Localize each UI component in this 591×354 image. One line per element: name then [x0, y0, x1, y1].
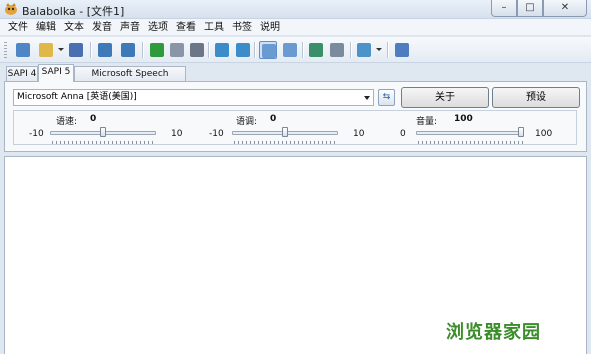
rate-slider-thumb[interactable] [100, 127, 106, 137]
toolbar-grip[interactable] [4, 42, 7, 58]
rate-label: 语速: [56, 117, 78, 127]
view-text-button[interactable] [259, 41, 277, 59]
pause-icon [170, 43, 184, 57]
split-audio-button[interactable] [234, 41, 252, 59]
voice-panel: Microsoft Anna [英语(美国)] ⇆ 关于 预设 语速: 0 -1… [4, 81, 587, 152]
toolbar-separator [90, 42, 91, 58]
view-text-icon [262, 44, 276, 58]
volume-slider-ticks [418, 141, 524, 144]
menu-help[interactable]: 说明 [256, 19, 284, 35]
toolbar-separator [302, 42, 303, 58]
menu-text[interactable]: 文本 [60, 19, 88, 35]
preset-button[interactable]: 预设 [492, 87, 580, 108]
menu-bookmarks[interactable]: 书签 [228, 19, 256, 35]
read-aloud-button[interactable] [96, 41, 114, 59]
play-icon [150, 43, 164, 57]
dictionary-button[interactable] [307, 41, 325, 59]
rate-min: -10 [29, 129, 44, 139]
rate-slider-ticks [52, 141, 156, 144]
watermark-text: 浏览器家园 [446, 322, 541, 343]
read-clipboard-button[interactable] [119, 41, 137, 59]
swap-voice-button[interactable]: ⇆ [378, 89, 395, 106]
minimize-button[interactable]: – [491, 0, 517, 17]
help-button[interactable] [393, 41, 411, 59]
volume-slider[interactable] [416, 131, 524, 135]
voice-menu-icon [357, 43, 371, 57]
pitch-value: 0 [270, 114, 277, 124]
chevron-down-icon [364, 96, 370, 100]
menu-file[interactable]: 文件 [4, 19, 32, 35]
save-icon [69, 43, 83, 57]
stop-icon [190, 43, 204, 57]
menu-bar: 文件 编辑 文本 发音 声音 选项 查看 工具 书签 说明 [0, 19, 591, 36]
help-icon [395, 43, 409, 57]
save-audio-icon [215, 43, 229, 57]
window-controls: – □ ✕ [491, 0, 587, 17]
menu-voice[interactable]: 声音 [116, 19, 144, 35]
toolbar [0, 37, 591, 63]
slider-group: 语速: 0 -10 10 语调: 0 -10 10 音量: 100 0 100 [13, 110, 577, 145]
tab-sapi4[interactable]: SAPI 4 [6, 66, 38, 81]
pitch-slider-thumb[interactable] [282, 127, 288, 137]
toolbar-separator [208, 42, 209, 58]
maximize-button[interactable]: □ [517, 0, 543, 17]
menu-view[interactable]: 查看 [172, 19, 200, 35]
menu-options[interactable]: 选项 [144, 19, 172, 35]
volume-slider-thumb[interactable] [518, 127, 524, 137]
save-audio-button[interactable] [213, 41, 231, 59]
voice-select[interactable]: Microsoft Anna [英语(美国)] [13, 89, 374, 106]
dictionary-icon [309, 43, 323, 57]
volume-min: 0 [400, 129, 406, 139]
pause-button[interactable] [168, 41, 186, 59]
volume-label: 音量: [416, 117, 438, 127]
split-audio-icon [236, 43, 250, 57]
read-aloud-icon [98, 43, 112, 57]
toolbar-separator [387, 42, 388, 58]
open-folder-icon [39, 43, 53, 57]
toolbar-separator [350, 42, 351, 58]
volume-max: 100 [535, 129, 553, 139]
menu-edit[interactable]: 编辑 [32, 19, 60, 35]
menu-speech[interactable]: 发音 [88, 19, 116, 35]
save-button[interactable] [67, 41, 85, 59]
close-button[interactable]: ✕ [543, 0, 587, 17]
title-bar: Balabolka - [文件1] – □ ✕ [0, 0, 591, 19]
stop-button[interactable] [188, 41, 206, 59]
window-title: Balabolka - [文件1] [22, 5, 125, 18]
pitch-slider-ticks [234, 141, 338, 144]
balabolka-app-icon [5, 3, 17, 15]
play-button[interactable] [148, 41, 166, 59]
new-document-button[interactable] [14, 41, 32, 59]
menu-tools[interactable]: 工具 [200, 19, 228, 35]
rate-value: 0 [90, 114, 97, 124]
voice-menu-button[interactable] [355, 41, 373, 59]
pitch-min: -10 [209, 129, 224, 139]
rate-max: 10 [171, 129, 183, 139]
pitch-label: 语调: [236, 117, 258, 127]
convert-icon [330, 43, 344, 57]
read-clipboard-icon [121, 43, 135, 57]
volume-value: 100 [454, 114, 473, 124]
open-file-button[interactable] [37, 41, 55, 59]
toolbar-separator [254, 42, 255, 58]
chevron-down-icon[interactable] [376, 48, 382, 51]
new-document-icon [16, 43, 30, 57]
chevron-down-icon[interactable] [58, 48, 64, 51]
view-panel-button[interactable] [281, 41, 299, 59]
about-button[interactable]: 关于 [401, 87, 489, 108]
pitch-max: 10 [353, 129, 365, 139]
voice-select-value: Microsoft Anna [英语(美国)] [17, 92, 137, 102]
view-panel-icon [283, 43, 297, 57]
tab-sapi5[interactable]: SAPI 5 [38, 64, 74, 82]
convert-button[interactable] [328, 41, 346, 59]
tab-microsoft-speech-platform[interactable]: Microsoft Speech Platform [74, 66, 186, 93]
toolbar-separator [142, 42, 143, 58]
